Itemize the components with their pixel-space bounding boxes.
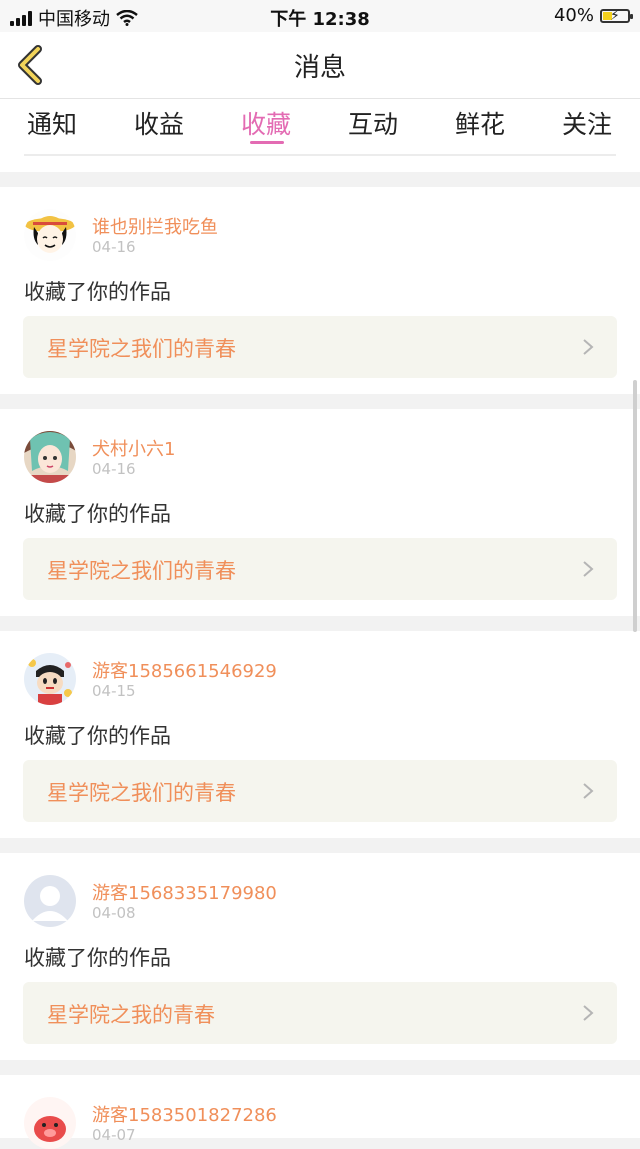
username[interactable]: 游客1583501827286: [92, 1101, 277, 1127]
work-title: 星学院之我们的青春: [47, 337, 236, 361]
item-date: 04-16: [92, 460, 136, 478]
tab-earnings[interactable]: 收益: [119, 105, 199, 141]
chevron-right-icon: [583, 1005, 594, 1021]
list-item: 谁也别拦我吃鱼 04-16 收藏了你的作品 星学院之我们的青春: [0, 187, 640, 394]
work-link[interactable]: 星学院之我们的青春: [23, 316, 617, 378]
tab-notification[interactable]: 通知: [12, 105, 92, 141]
avatar[interactable]: [24, 431, 76, 483]
work-title: 星学院之我的青春: [47, 1003, 215, 1027]
chevron-right-icon: [583, 561, 594, 577]
status-right: 40% ⚡: [553, 5, 633, 26]
scrollbar[interactable]: [633, 380, 637, 632]
work-title: 星学院之我们的青春: [47, 559, 236, 583]
action-text: 收藏了你的作品: [24, 502, 171, 526]
username[interactable]: 游客1585661546929: [92, 657, 277, 683]
username[interactable]: 犬村小六1: [92, 435, 175, 461]
action-text: 收藏了你的作品: [24, 724, 171, 748]
tab-bar: 通知 收益 收藏 互动 鲜花 关注: [0, 98, 640, 172]
tab-flowers[interactable]: 鲜花: [440, 105, 520, 141]
status-time: 下午 12:38: [270, 9, 370, 30]
tab-divider: [24, 154, 616, 156]
username[interactable]: 游客1568335179980: [92, 879, 277, 905]
tab-interaction[interactable]: 互动: [333, 105, 413, 141]
battery-icon: ⚡: [600, 8, 633, 24]
work-title: 星学院之我们的青春: [47, 781, 236, 805]
list-item: 犬村小六1 04-16 收藏了你的作品 星学院之我们的青春: [0, 409, 640, 616]
action-text: 收藏了你的作品: [24, 946, 171, 970]
item-date: 04-16: [92, 238, 136, 256]
username[interactable]: 谁也别拦我吃鱼: [92, 213, 218, 239]
active-tab-indicator: [250, 141, 284, 144]
item-date: 04-07: [92, 1126, 136, 1144]
list-item: 游客1583501827286 04-07: [0, 1075, 640, 1149]
battery-percent: 40%: [553, 5, 594, 26]
chevron-right-icon: [583, 783, 594, 799]
avatar[interactable]: [24, 653, 76, 705]
avatar[interactable]: [24, 875, 76, 927]
list-item: 游客1585661546929 04-15 收藏了你的作品 星学院之我们的青春: [0, 631, 640, 838]
avatar[interactable]: [24, 209, 76, 261]
item-date: 04-15: [92, 682, 136, 700]
work-link[interactable]: 星学院之我们的青春: [23, 760, 617, 822]
work-link[interactable]: 星学院之我的青春: [23, 982, 617, 1044]
chevron-right-icon: [583, 339, 594, 355]
page-title: 消息: [293, 53, 346, 83]
avatar[interactable]: [24, 1097, 76, 1149]
action-text: 收藏了你的作品: [24, 280, 171, 304]
list-item: 游客1568335179980 04-08 收藏了你的作品 星学院之我的青春: [0, 853, 640, 1060]
tab-favorites[interactable]: 收藏: [226, 105, 306, 141]
nav-bar: 消息: [0, 32, 640, 98]
item-date: 04-08: [92, 904, 136, 922]
status-bar: 中国移动 下午 12:38 40% ⚡: [0, 0, 640, 32]
tab-follow[interactable]: 关注: [547, 105, 627, 141]
work-link[interactable]: 星学院之我们的青春: [23, 538, 617, 600]
